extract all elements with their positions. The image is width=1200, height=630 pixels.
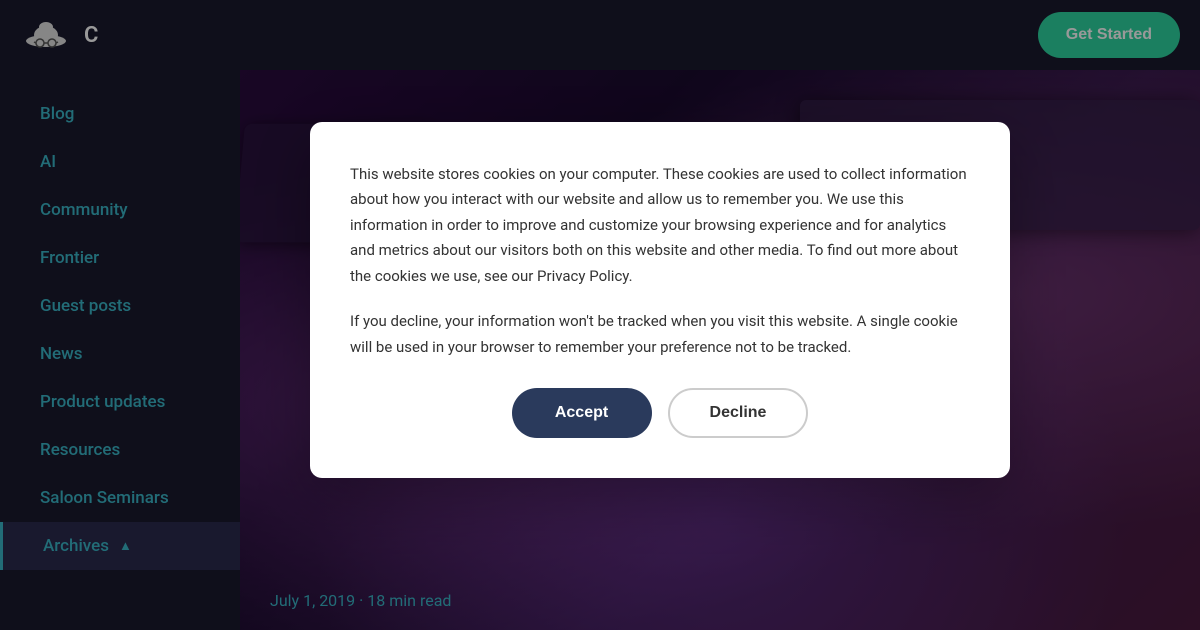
- decline-button[interactable]: Decline: [668, 388, 809, 438]
- accept-button[interactable]: Accept: [512, 388, 652, 438]
- cookie-paragraph-1: This website stores cookies on your comp…: [350, 162, 970, 290]
- cookie-modal-overlay: This website stores cookies on your comp…: [0, 0, 1200, 630]
- cookie-modal: This website stores cookies on your comp…: [310, 122, 1010, 479]
- cookie-modal-buttons: Accept Decline: [350, 388, 970, 438]
- cookie-paragraph-2: If you decline, your information won't b…: [350, 309, 970, 360]
